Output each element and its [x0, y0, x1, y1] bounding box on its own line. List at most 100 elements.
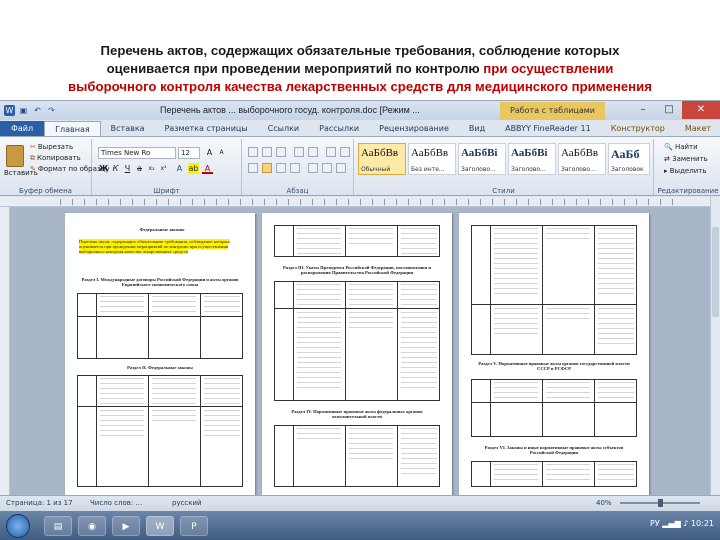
table-column-divider	[594, 380, 595, 436]
page1-intro: Перечень актов, содержащих обязательные …	[79, 239, 241, 271]
maximize-button[interactable]: □	[656, 101, 682, 119]
style-name: Заголово...	[461, 166, 496, 173]
style-normal[interactable]: АаБбВв Обычный	[358, 143, 406, 175]
clock[interactable]: 10:21	[691, 519, 714, 528]
document-page-2[interactable]: Раздел III. Указы Президента Российской …	[262, 213, 452, 495]
document-page-1[interactable]: Федеральные законы Перечень актов, содер…	[65, 213, 255, 495]
minimize-button[interactable]: –	[630, 101, 656, 119]
tab-layout[interactable]: Макет	[675, 121, 720, 136]
explorer-icon[interactable]: ▤	[44, 516, 72, 536]
scrollbar-thumb[interactable]	[712, 227, 719, 317]
shrink-font-icon[interactable]: A	[216, 147, 227, 158]
taskbar: ▤ ◉ ▶ W P РУ ▂▄▆ ♪ 10:21	[0, 511, 720, 540]
tab-review[interactable]: Рецензирование	[369, 121, 459, 136]
justify-icon[interactable]	[290, 163, 300, 173]
zoom-slider[interactable]	[620, 499, 700, 507]
increase-indent-icon[interactable]	[308, 147, 318, 157]
font-name-combobox[interactable]: Times New Ro	[98, 147, 176, 159]
font-size-combobox[interactable]: 12	[178, 147, 200, 159]
quick-access-toolbar: W ▣ ↶ ↷	[0, 105, 100, 116]
style-heading-3[interactable]: АаБбВв Заголово...	[558, 143, 606, 175]
slide-title-line-2-highlight: при осуществлении	[479, 61, 614, 76]
subscript-icon[interactable]: x₂	[146, 163, 157, 174]
table-cell-text	[152, 296, 196, 314]
page2-section-3: Раздел III. Указы Президента Российской …	[283, 265, 431, 276]
underline-icon[interactable]: Ч	[122, 163, 133, 174]
tab-view[interactable]: Вид	[459, 121, 495, 136]
grow-font-icon[interactable]: A	[204, 147, 215, 158]
align-center-icon[interactable]	[262, 163, 272, 173]
bullets-icon[interactable]	[248, 147, 258, 157]
network-icon[interactable]: ▂▄▆	[662, 519, 680, 528]
text-effects-icon[interactable]: A	[174, 163, 185, 174]
tab-mailings[interactable]: Рассылки	[309, 121, 369, 136]
borders-icon[interactable]	[336, 163, 346, 173]
replace-button[interactable]: ⇄ Заменить	[664, 155, 708, 163]
word-logo-icon[interactable]: W	[4, 105, 15, 116]
page-counter[interactable]: Страница: 1 из 17	[6, 499, 73, 507]
table-cell-text	[598, 308, 634, 344]
numbering-icon[interactable]	[262, 147, 272, 157]
redo-icon[interactable]: ↷	[46, 105, 57, 116]
ribbon-tabs: Файл Главная Вставка Разметка страницы С…	[0, 120, 720, 136]
vertical-ruler[interactable]	[0, 207, 10, 495]
shading-icon[interactable]	[322, 163, 332, 173]
decrease-indent-icon[interactable]	[294, 147, 304, 157]
start-button[interactable]	[6, 514, 30, 538]
find-label: Найти	[674, 143, 698, 151]
browser-icon[interactable]: ◉	[78, 516, 106, 536]
multilevel-list-icon[interactable]	[276, 147, 286, 157]
show-marks-icon[interactable]	[340, 147, 350, 157]
word-taskbar-icon[interactable]: W	[146, 516, 174, 536]
select-button[interactable]: ▸ Выделить	[664, 167, 706, 175]
media-icon[interactable]: ▶	[112, 516, 140, 536]
tab-abbyy[interactable]: ABBYY FineReader 11	[495, 121, 601, 136]
table-cell-text	[546, 382, 590, 400]
page1-intro-text: Перечень актов, содержащих обязательные …	[79, 239, 230, 255]
tab-home[interactable]: Главная	[44, 121, 101, 136]
zoom-slider-knob[interactable]	[658, 499, 663, 507]
style-no-spacing[interactable]: АаБбВв Без инте...	[408, 143, 456, 175]
line-spacing-icon[interactable]	[308, 163, 318, 173]
horizontal-ruler[interactable]	[0, 197, 710, 207]
table-column-divider	[345, 282, 346, 400]
find-button[interactable]: 🔍 Найти	[664, 143, 698, 151]
language-tray[interactable]: РУ	[650, 519, 660, 528]
table-column-divider	[148, 376, 149, 486]
table-cell-text	[100, 296, 144, 314]
table-cell-text	[152, 378, 196, 404]
style-heading-1[interactable]: АаБбВі Заголово...	[458, 143, 506, 175]
tab-references[interactable]: Ссылки	[258, 121, 309, 136]
style-heading-2[interactable]: АаБбВі Заголово...	[508, 143, 556, 175]
tab-file[interactable]: Файл	[0, 121, 45, 136]
word-count[interactable]: Число слов: ...	[90, 499, 142, 507]
font-color-icon[interactable]: A	[202, 163, 213, 174]
save-icon[interactable]: ▣	[18, 105, 29, 116]
close-button[interactable]: ✕	[682, 101, 720, 119]
copy-button[interactable]: ⧉ Копировать	[30, 154, 81, 163]
style-name: Заголово...	[511, 166, 546, 173]
cut-button[interactable]: ✂ Вырезать	[30, 143, 73, 151]
cut-label: Вырезать	[37, 143, 74, 151]
bold-icon[interactable]: Ж	[98, 163, 109, 174]
undo-icon[interactable]: ↶	[32, 105, 43, 116]
zoom-level[interactable]: 40%	[596, 499, 612, 507]
tab-page-layout[interactable]: Разметка страницы	[155, 121, 258, 136]
sort-icon[interactable]	[326, 147, 336, 157]
tab-design[interactable]: Конструктор	[601, 121, 675, 136]
volume-icon[interactable]: ♪	[683, 519, 688, 528]
highlight-icon[interactable]: ab	[188, 163, 199, 174]
document-page-3[interactable]: Раздел V. Нормативные правовые акты орга…	[459, 213, 649, 495]
align-left-icon[interactable]	[248, 163, 258, 173]
language-indicator[interactable]: русский	[172, 499, 202, 507]
style-title[interactable]: АаБб Заголовок	[608, 143, 650, 175]
powerpoint-icon[interactable]: P	[180, 516, 208, 536]
paste-icon[interactable]	[6, 145, 24, 167]
document-area[interactable]: Федеральные законы Перечень актов, содер…	[10, 207, 710, 495]
tab-insert[interactable]: Вставка	[101, 121, 155, 136]
align-right-icon[interactable]	[276, 163, 286, 173]
vertical-scrollbar[interactable]	[710, 197, 720, 495]
strikethrough-icon[interactable]: a	[134, 163, 145, 174]
superscript-icon[interactable]: x²	[158, 163, 169, 174]
italic-icon[interactable]: К	[110, 163, 121, 174]
